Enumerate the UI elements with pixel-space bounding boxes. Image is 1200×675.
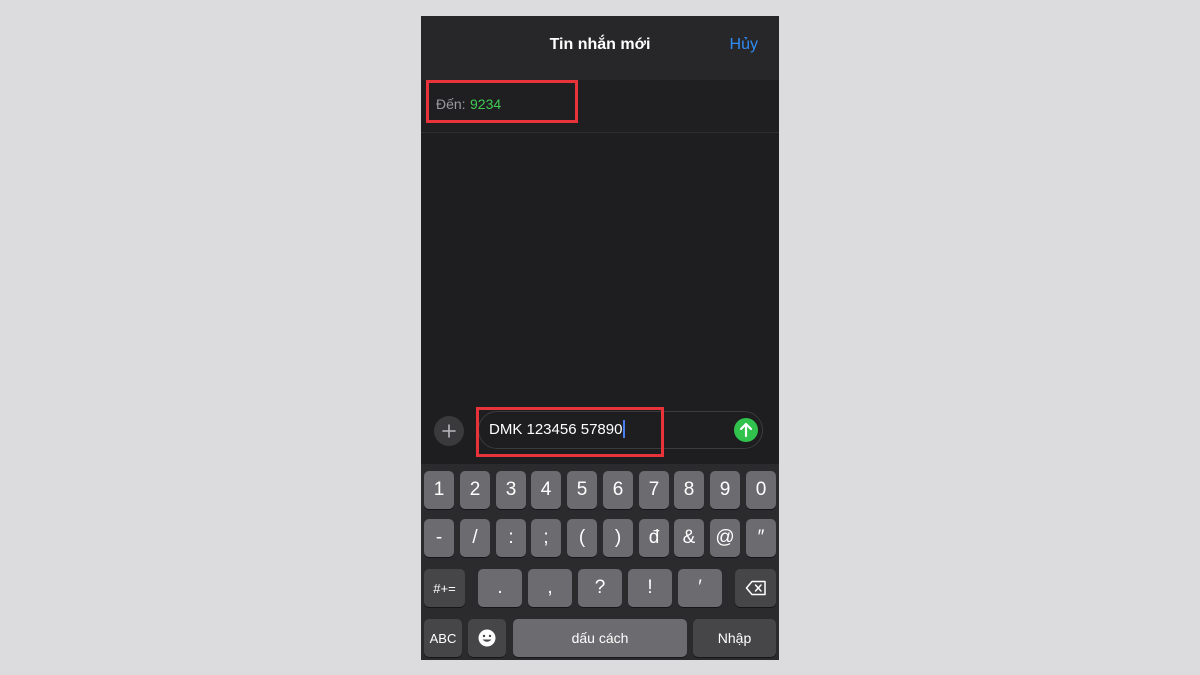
message-input[interactable]: DMK 123456 57890 (478, 411, 763, 449)
key-open-paren[interactable]: ( (567, 519, 597, 557)
navigation-bar: Tin nhắn mới Hủy (421, 16, 779, 80)
add-attachment-button[interactable] (434, 416, 464, 446)
key-semicolon[interactable]: ; (531, 519, 561, 557)
key-at[interactable]: @ (710, 519, 740, 557)
plus-icon (442, 424, 456, 438)
key-4[interactable]: 4 (531, 471, 561, 509)
key-8[interactable]: 8 (674, 471, 704, 509)
send-button[interactable] (734, 418, 758, 442)
compose-bar: DMK 123456 57890 (421, 408, 779, 464)
recipient-label: Đến: (436, 96, 466, 112)
key-ampersand[interactable]: & (674, 519, 704, 557)
cancel-button[interactable]: Hủy (730, 36, 758, 54)
symbols-toggle-key[interactable]: #+= (424, 569, 465, 607)
key-2[interactable]: 2 (460, 471, 490, 509)
return-key[interactable]: Nhập (693, 619, 776, 657)
key-1[interactable]: 1 (424, 471, 454, 509)
delete-key[interactable] (735, 569, 776, 607)
key-prime[interactable]: ′ (678, 569, 722, 607)
key-exclamation[interactable]: ! (628, 569, 672, 607)
key-double-prime[interactable]: ″ (746, 519, 776, 557)
phone-screen: Tin nhắn mới Hủy Đến: 9234 DMK 123456 57… (421, 16, 779, 660)
key-hyphen[interactable]: - (424, 519, 454, 557)
recipient-row[interactable]: Đến: 9234 (421, 80, 779, 133)
page-title: Tin nhắn mới (549, 36, 651, 53)
key-comma[interactable]: , (528, 569, 572, 607)
arrow-up-icon (739, 422, 753, 438)
key-0[interactable]: 0 (746, 471, 776, 509)
emoji-key[interactable] (468, 619, 506, 657)
key-colon[interactable]: : (496, 519, 526, 557)
key-3[interactable]: 3 (496, 471, 526, 509)
key-6[interactable]: 6 (603, 471, 633, 509)
backspace-icon (745, 580, 766, 596)
recipient-value[interactable]: 9234 (470, 96, 501, 112)
key-close-paren[interactable]: ) (603, 519, 633, 557)
keyboard: 1 2 3 4 5 6 7 8 9 0 - / : ; ( ) đ & @ ″ … (421, 464, 779, 660)
key-7[interactable]: 7 (639, 471, 669, 509)
key-slash[interactable]: / (460, 519, 490, 557)
text-caret (623, 419, 626, 438)
key-d-stroke[interactable]: đ (639, 519, 669, 557)
key-5[interactable]: 5 (567, 471, 597, 509)
space-key[interactable]: dấu cách (513, 619, 687, 657)
message-text: DMK 123456 57890 (489, 421, 623, 438)
abc-key[interactable]: ABC (424, 619, 462, 657)
emoji-icon (478, 629, 496, 647)
key-period[interactable]: . (478, 569, 522, 607)
key-question[interactable]: ? (578, 569, 622, 607)
key-9[interactable]: 9 (710, 471, 740, 509)
conversation-area (421, 133, 779, 408)
